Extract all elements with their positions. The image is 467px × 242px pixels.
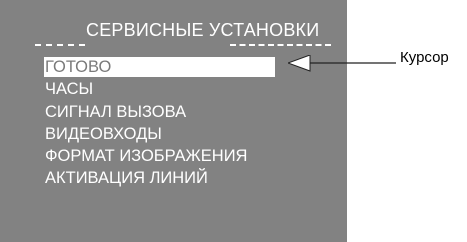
- cursor-annotation-label: Курсор: [400, 49, 449, 66]
- osd-menu-panel: СЕРВИСНЫЕ УСТАНОВКИ ГОТОВО ЧАСЫ СИГНАЛ В…: [0, 0, 347, 242]
- menu-title: СЕРВИСНЫЕ УСТАНОВКИ: [86, 20, 320, 40]
- title-dashed-line-left: [35, 44, 85, 46]
- menu-item-format-izobrazheniya[interactable]: ФОРМАТ ИЗОБРАЖЕНИЯ: [44, 146, 275, 166]
- menu-item-videovkhody[interactable]: ВИДЕОВХОДЫ: [44, 124, 275, 144]
- arrow-left-icon: [288, 55, 396, 72]
- menu-list: ГОТОВО ЧАСЫ СИГНАЛ ВЫЗОВА ВИДЕОВХОДЫ ФОР…: [44, 57, 275, 191]
- menu-item-aktivatsiya-liniy[interactable]: АКТИВАЦИЯ ЛИНИЙ: [44, 168, 275, 188]
- menu-item-chasy[interactable]: ЧАСЫ: [44, 79, 275, 99]
- menu-item-signal-vyzova[interactable]: СИГНАЛ ВЫЗОВА: [44, 102, 275, 122]
- title-dashed-line-right: [230, 44, 331, 46]
- menu-item-gotovo[interactable]: ГОТОВО: [44, 57, 275, 77]
